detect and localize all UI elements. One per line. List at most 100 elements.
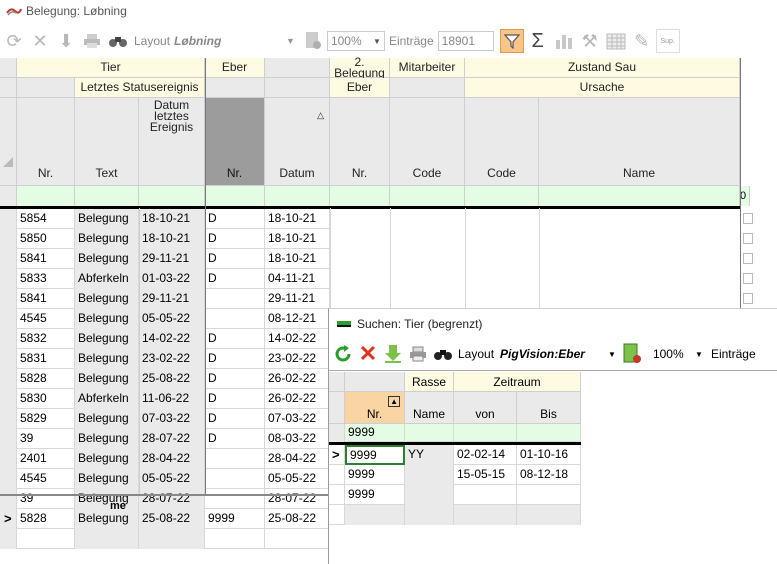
filter-cell[interactable] bbox=[539, 186, 740, 206]
cell-eber-nr[interactable]: D bbox=[205, 329, 265, 349]
row-checkbox[interactable] bbox=[743, 273, 753, 284]
table-row[interactable]: 5841 Belegung 29-11-21 29-11-21 bbox=[0, 289, 330, 309]
cell-datum[interactable]: 18-10-21 bbox=[265, 249, 330, 269]
popup-cell-name[interactable] bbox=[405, 465, 454, 485]
cell-datum[interactable]: 25-08-22 bbox=[265, 509, 330, 529]
filter-cell[interactable] bbox=[517, 424, 581, 442]
cell-eber-nr[interactable]: D bbox=[205, 269, 265, 289]
column-header-second-nr[interactable]: Nr. bbox=[330, 98, 390, 186]
filter-cell[interactable] bbox=[75, 186, 139, 206]
cell-date-last[interactable]: 25-08-22 bbox=[139, 509, 205, 529]
cell-nr[interactable]: 4545 bbox=[17, 469, 75, 489]
cell-nr[interactable]: 5850 bbox=[17, 229, 75, 249]
popup-layout-selector[interactable]: PigVision:Eber bbox=[500, 347, 608, 361]
column-header-eber-nr[interactable]: Nr. bbox=[205, 98, 265, 186]
filter-cell[interactable] bbox=[330, 186, 390, 206]
cell-text[interactable]: Belegung bbox=[75, 309, 139, 329]
cell-datum[interactable]: 08-12-21 bbox=[265, 309, 330, 329]
chart-icon[interactable] bbox=[552, 29, 576, 53]
row-checkbox[interactable] bbox=[743, 233, 753, 244]
filter-cell[interactable] bbox=[454, 424, 517, 442]
column-header-popup-bis[interactable]: Bis bbox=[517, 392, 581, 424]
layout-selector[interactable]: Løbning bbox=[174, 34, 286, 48]
cell-eber-nr[interactable]: D bbox=[205, 429, 265, 449]
table-row[interactable]: 4545 Belegung 05-05-22 05-05-22 bbox=[0, 469, 330, 489]
refresh-icon[interactable]: ⟳ bbox=[2, 29, 26, 53]
popup-cell-nr[interactable]: 9999 bbox=[345, 465, 405, 485]
popup-cell-bis[interactable]: 08-12-18 bbox=[517, 465, 581, 485]
cell-eber-nr[interactable]: D bbox=[205, 409, 265, 429]
sup-icon[interactable]: Sup. bbox=[655, 29, 680, 53]
calendar-icon[interactable] bbox=[604, 29, 628, 53]
cell-datum[interactable]: 28-04-22 bbox=[265, 449, 330, 469]
cell-datum[interactable]: 05-05-22 bbox=[265, 469, 330, 489]
cell-nr[interactable]: 5831 bbox=[17, 349, 75, 369]
cell-text[interactable]: Belegung bbox=[75, 369, 139, 389]
cell-date-last[interactable]: 25-08-22 bbox=[139, 369, 205, 389]
cell-date-last[interactable]: 28-07-22 bbox=[139, 489, 205, 509]
cell-text[interactable]: Abferkeln bbox=[75, 389, 139, 409]
filter-cell[interactable] bbox=[265, 186, 330, 206]
cell-date-last[interactable]: 14-02-22 bbox=[139, 329, 205, 349]
cell-nr[interactable]: 4545 bbox=[17, 309, 75, 329]
cell-date-last[interactable]: 05-05-22 bbox=[139, 469, 205, 489]
cell-nr[interactable]: 2401 bbox=[17, 449, 75, 469]
layout-dropdown-arrow-icon[interactable]: ▼ bbox=[286, 36, 295, 46]
popup-cell-bis[interactable] bbox=[517, 485, 581, 505]
tools-icon[interactable]: ⚒ bbox=[578, 29, 602, 53]
filter-cell[interactable] bbox=[205, 186, 265, 206]
column-header-nr[interactable]: Nr. bbox=[17, 98, 75, 186]
filter-icon[interactable] bbox=[499, 29, 524, 53]
cell-date-last[interactable]: 11-06-22 bbox=[139, 389, 205, 409]
table-row[interactable]: 5850 Belegung 18-10-21 D 18-10-21 bbox=[0, 229, 330, 249]
popup-filter-nr[interactable]: 9999 bbox=[345, 424, 405, 442]
cell-nr[interactable]: 5841 bbox=[17, 249, 75, 269]
settings-layout-icon[interactable] bbox=[620, 342, 644, 366]
cell-datum[interactable]: 04-11-21 bbox=[265, 269, 330, 289]
cell-eber-nr[interactable]: D bbox=[205, 349, 265, 369]
table-row[interactable]: 5829 Belegung 07-03-22 D 07-03-22 bbox=[0, 409, 330, 429]
cell-eber-nr[interactable]: D bbox=[205, 209, 265, 229]
select-all-icon[interactable] bbox=[3, 156, 13, 167]
cell-datum[interactable]: 14-02-22 bbox=[265, 329, 330, 349]
cell-datum[interactable]: 28-07-22 bbox=[265, 489, 330, 509]
cell-eber-nr[interactable] bbox=[205, 469, 265, 489]
cell-date-last[interactable]: 29-11-21 bbox=[139, 249, 205, 269]
cell-datum[interactable]: 07-03-22 bbox=[265, 409, 330, 429]
cell-datum[interactable]: 26-02-22 bbox=[265, 369, 330, 389]
print-icon[interactable] bbox=[80, 29, 104, 53]
cell-datum[interactable]: 23-02-22 bbox=[265, 349, 330, 369]
delete-icon[interactable]: ✕ bbox=[356, 341, 380, 366]
filter-cell[interactable] bbox=[139, 186, 205, 206]
popup-cell-von[interactable]: 02-02-14 bbox=[454, 445, 517, 465]
table-row[interactable]: 5830 Abferkeln 11-06-22 D 26-02-22 bbox=[0, 389, 330, 409]
cell-text[interactable]: Belegung bbox=[75, 229, 139, 249]
cell-text[interactable]: Abferkeln bbox=[75, 269, 139, 289]
cell-text[interactable]: Belegung bbox=[75, 429, 139, 449]
table-row[interactable]: 4545 Belegung 05-05-22 08-12-21 bbox=[0, 309, 330, 329]
table-row[interactable]: 5833 Abferkeln 01-03-22 D 04-11-21 bbox=[0, 269, 330, 289]
filter-cell[interactable] bbox=[17, 186, 75, 206]
popup-cell-von[interactable] bbox=[454, 485, 517, 505]
column-header-state-code[interactable]: Code bbox=[465, 98, 539, 186]
cell-date-last[interactable]: 28-04-22 bbox=[139, 449, 205, 469]
filter-cell[interactable] bbox=[390, 186, 465, 206]
column-header-code[interactable]: Code bbox=[390, 98, 465, 186]
cell-eber-nr[interactable]: D bbox=[205, 369, 265, 389]
cell-date-last[interactable]: 01-03-22 bbox=[139, 269, 205, 289]
table-row[interactable]: >5828 Belegung 25-08-22 9999 25-08-22 bbox=[0, 509, 330, 529]
cell-nr[interactable]: 5832 bbox=[17, 329, 75, 349]
cell-nr[interactable]: 39 bbox=[17, 429, 75, 449]
column-header-datum[interactable]: Datum △ bbox=[265, 98, 330, 186]
column-header-popup-von[interactable]: von bbox=[454, 392, 517, 424]
cell-text[interactable]: Belegung bbox=[75, 249, 139, 269]
cell-date-last[interactable]: 18-10-21 bbox=[139, 209, 205, 229]
table-row[interactable]: 5828 Belegung 25-08-22 D 26-02-22 bbox=[0, 369, 330, 389]
cell-eber-nr[interactable] bbox=[205, 289, 265, 309]
table-row[interactable]: 2401 Belegung 28-04-22 28-04-22 bbox=[0, 449, 330, 469]
cell-eber-nr[interactable]: D bbox=[205, 229, 265, 249]
filter-cell[interactable] bbox=[465, 186, 539, 206]
cell-date-last[interactable]: 05-05-22 bbox=[139, 309, 205, 329]
cell-datum[interactable]: 18-10-21 bbox=[265, 229, 330, 249]
cell-text[interactable]: Belegung bbox=[75, 489, 139, 509]
